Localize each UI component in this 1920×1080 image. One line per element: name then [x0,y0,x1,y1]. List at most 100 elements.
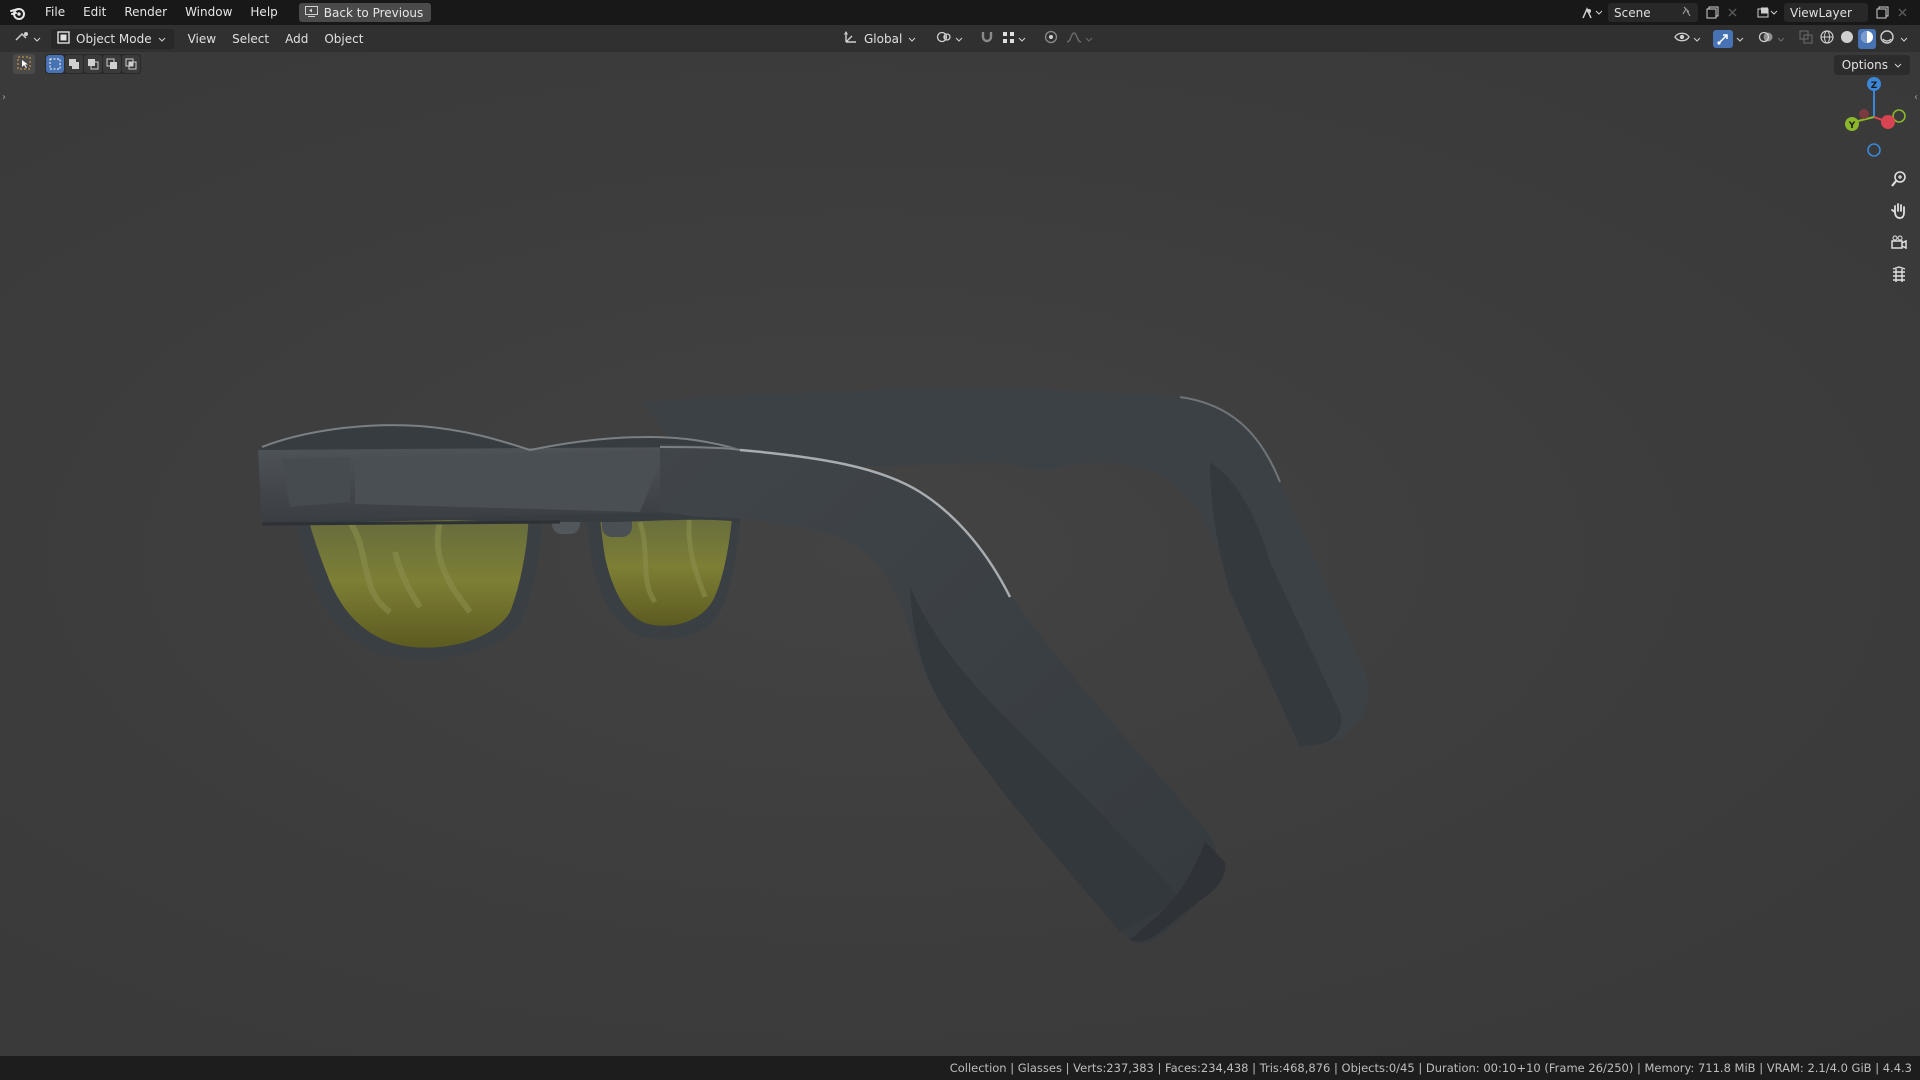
status-bar: Collection | Glasses | Verts:237,383 | F… [0,1056,1920,1080]
chevron-down-icon [1736,32,1744,46]
magnet-icon [980,30,994,47]
back-to-previous-button[interactable]: Back to Previous [298,3,432,22]
view-layer-field[interactable]: ViewLayer [1784,3,1868,22]
camera-icon [1891,235,1907,250]
pivot-point-dropdown[interactable] [930,29,969,49]
back-to-previous-label: Back to Previous [323,5,424,20]
zoom-button[interactable] [1886,166,1912,192]
shading-wireframe-button[interactable] [1818,29,1836,49]
chevron-down-icon [1693,32,1701,46]
chevron-down-icon [1894,58,1902,72]
select-subtract-button[interactable] [84,55,102,73]
sidebar-expand-arrow[interactable]: ‹ [1914,92,1918,103]
xray-toggle[interactable] [1796,29,1816,49]
3d-viewport[interactable]: Options › ‹ Y Z [0,52,1920,1056]
toolbar-header [13,54,141,74]
gizmo-z-label: Z [1871,81,1878,91]
snap-target-dropdown[interactable] [999,29,1029,49]
cursor-select-icon [17,56,31,73]
pan-button[interactable] [1886,198,1912,224]
menu-add[interactable]: Add [279,29,314,49]
menu-render[interactable]: Render [115,0,176,25]
object-mode-label: Object Mode [76,31,152,46]
scene-name: Scene [1614,5,1651,20]
pin-icon[interactable] [1681,6,1692,20]
select-new-icon [49,58,61,70]
ortho-toggle-button[interactable] [1886,262,1912,288]
toolbar-expand-arrow[interactable]: › [2,92,6,103]
hand-icon [1891,203,1905,219]
select-intersect-button[interactable] [122,55,140,73]
xray-icon [1799,30,1813,47]
material-sphere-icon [1860,30,1874,47]
chevron-down-icon [1085,32,1093,46]
menu-help[interactable]: Help [241,0,286,25]
gizmo-toggle[interactable] [1710,29,1747,49]
menu-object[interactable]: Object [318,29,369,49]
viewport-header: Object Mode View Select Add Object Globa… [0,25,1920,52]
gizmo-icon [1713,29,1733,48]
solid-sphere-icon [1840,30,1854,47]
delete-view-layer-icon[interactable] [1892,3,1912,22]
view-layer-selector-icon[interactable] [1752,3,1784,22]
menu-select[interactable]: Select [226,29,275,49]
visibility-dropdown[interactable] [1671,29,1704,49]
select-tool-button[interactable] [13,54,35,74]
overlays-icon [1758,30,1774,47]
new-view-layer-icon[interactable] [1872,3,1892,22]
camera-view-button[interactable] [1886,230,1912,256]
blender-logo-icon[interactable] [0,0,36,25]
chevron-down-icon [1777,32,1785,46]
object-mode-dropdown[interactable]: Object Mode [51,28,174,49]
gizmo-neg-x-dot[interactable] [1859,109,1869,119]
gizmo-x-dot[interactable] [1881,115,1895,129]
select-extend-icon [69,59,79,69]
menu-edit[interactable]: Edit [74,0,115,25]
transform-orientation-dropdown[interactable]: Global [838,29,922,49]
navigation-buttons [1886,166,1912,288]
delete-scene-icon[interactable] [1722,3,1742,22]
new-scene-icon[interactable] [1702,3,1722,22]
shading-rendered-button[interactable] [1878,29,1896,49]
chevron-down-icon [33,32,41,46]
scene-statistics: Collection | Glasses | Verts:237,383 | F… [949,1061,1912,1075]
options-label: Options [1841,58,1888,72]
snap-toggle[interactable] [977,29,997,49]
select-difference-button[interactable] [103,55,121,73]
proportional-editing-toggle[interactable] [1041,29,1061,49]
navigation-gizmo[interactable]: Y Z [1834,72,1914,162]
menu-view[interactable]: View [182,29,222,49]
falloff-dropdown[interactable] [1063,29,1096,49]
falloff-curve-icon [1066,31,1082,46]
proportional-edit-icon [1044,30,1058,47]
zoom-icon [1891,171,1906,187]
selection-mode-group [45,54,141,74]
near-temple-arm [659,444,1226,944]
select-extend-button[interactable] [65,55,83,73]
select-difference-icon [106,58,117,69]
menu-window[interactable]: Window [176,0,241,25]
chevron-down-icon [158,32,166,46]
view-layer-name: ViewLayer [1790,5,1852,20]
3d-viewport-icon [14,30,30,47]
chevron-down-icon [955,32,963,46]
select-intersect-icon [125,58,137,70]
scene-selector-icon[interactable] [1578,3,1608,22]
gizmo-neg-y-dot[interactable] [1892,109,1906,123]
snap-increment-icon [1002,31,1015,47]
glasses-model[interactable] [0,52,1920,1056]
select-new-button[interactable] [46,55,64,73]
wireframe-sphere-icon [1820,30,1834,47]
shading-solid-button[interactable] [1838,29,1856,49]
shading-material-button[interactable] [1858,28,1876,49]
shading-options-dropdown[interactable] [1898,29,1910,49]
overlays-dropdown[interactable] [1755,29,1788,49]
menu-file[interactable]: File [36,0,74,25]
gizmo-y-label: Y [1848,121,1856,131]
transform-orientation-label: Global [864,31,903,46]
scene-field[interactable]: Scene [1608,3,1698,22]
back-screen-icon [304,5,318,20]
gizmo-neg-z-dot[interactable] [1867,143,1881,157]
editor-type-selector[interactable] [8,29,47,49]
pivot-icon [936,30,952,47]
